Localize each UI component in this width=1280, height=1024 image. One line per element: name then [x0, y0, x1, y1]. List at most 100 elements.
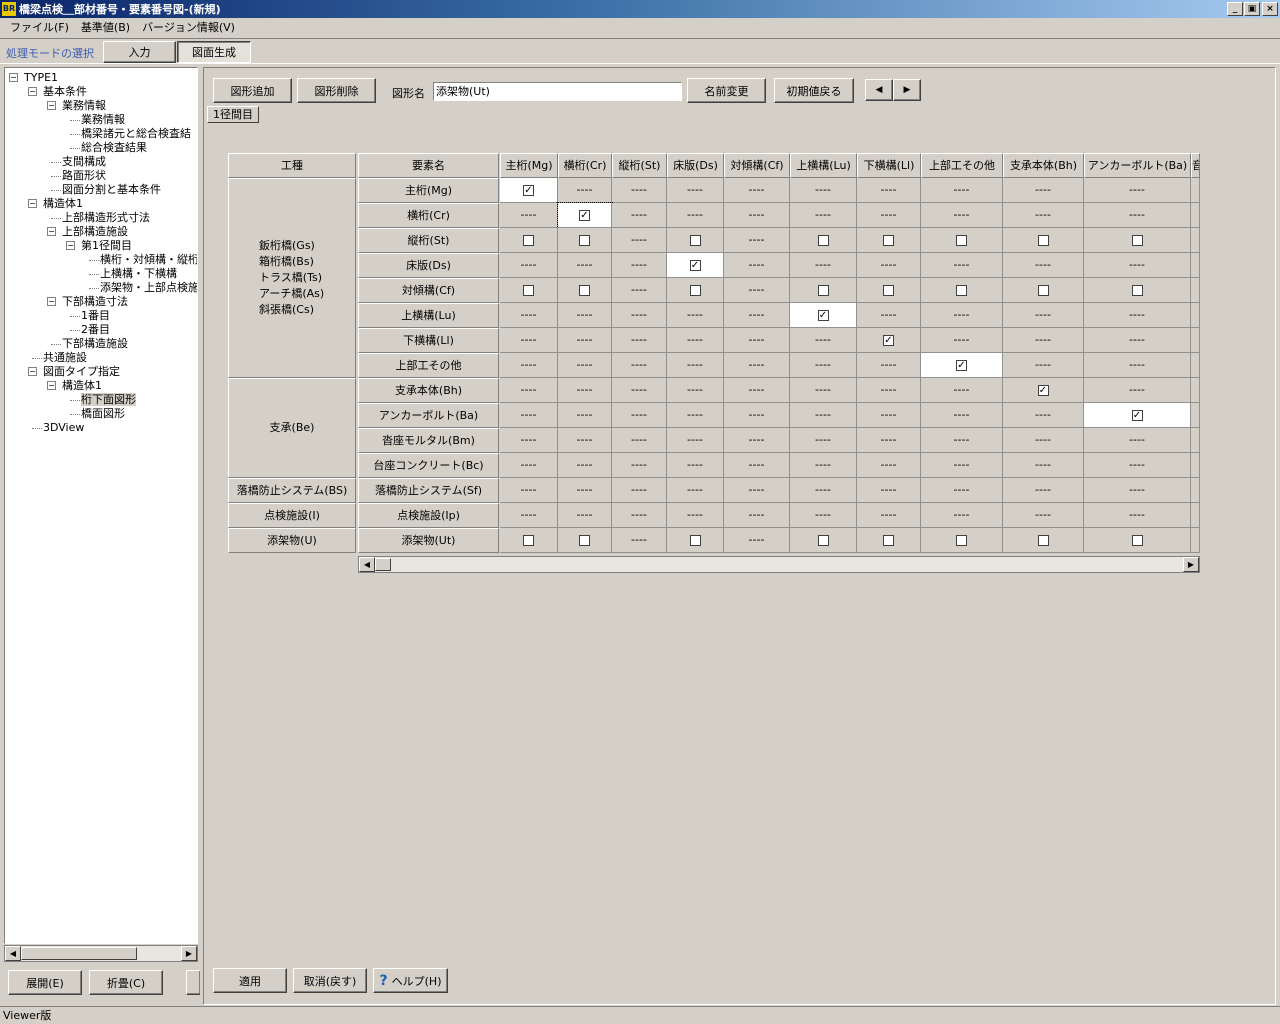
cancel-button[interactable]: 取消(戻す) — [293, 968, 367, 993]
tree-collapse-icon[interactable]: − — [28, 199, 37, 208]
grid-cell[interactable] — [921, 278, 1003, 303]
tree-item[interactable]: 1番目 — [81, 309, 110, 322]
tree-horizontal-scrollbar[interactable]: ◀ ▶ — [4, 945, 198, 962]
tree-item[interactable]: 構造体1 — [62, 379, 102, 392]
checkbox[interactable] — [689, 234, 701, 246]
tree-item[interactable]: 構造体1 — [43, 197, 83, 210]
grid-cell[interactable] — [790, 528, 857, 553]
tree-item[interactable]: 3DView — [43, 421, 84, 434]
close-button[interactable]: × — [1262, 2, 1278, 16]
checked-checkbox[interactable]: ✓ — [579, 209, 590, 221]
tree-item[interactable]: 下部構造施設 — [62, 337, 128, 350]
grid-cell[interactable] — [1084, 528, 1191, 553]
figure-name-input[interactable]: 添架物(Ut) — [433, 82, 682, 101]
span-tab[interactable]: 1径間目 — [207, 106, 259, 123]
checked-checkbox[interactable]: ✓ — [1037, 384, 1049, 396]
checkbox[interactable] — [523, 234, 534, 246]
checkbox[interactable] — [1037, 284, 1049, 296]
checked-checkbox[interactable]: ✓ — [883, 334, 894, 346]
scroll-left-icon[interactable]: ◀ — [5, 946, 21, 961]
checkbox[interactable] — [1131, 284, 1143, 296]
tree-item[interactable]: 基本条件 — [43, 85, 87, 98]
grid-scroll-left-icon[interactable]: ◀ — [359, 557, 375, 572]
checked-checkbox[interactable]: ✓ — [817, 309, 829, 321]
menu-version[interactable]: バージョン情報(V) — [136, 19, 241, 35]
grid-cell[interactable] — [790, 278, 857, 303]
apply-button[interactable]: 適用 — [213, 968, 287, 993]
tree-item[interactable]: 上部構造形式寸法 — [62, 211, 150, 224]
tree-item[interactable]: 図面タイプ指定 — [43, 365, 120, 378]
mode-input-button[interactable]: 入力 — [103, 41, 176, 63]
grid-cell[interactable]: ✓ — [667, 253, 724, 278]
tree-item[interactable]: 橋面図形 — [81, 407, 125, 420]
tree-item[interactable]: 総合検査結果 — [81, 141, 147, 154]
tree-item[interactable]: 下部構造寸法 — [62, 295, 128, 308]
grid-cell[interactable]: ✓ — [790, 303, 857, 328]
grid-cell[interactable]: ✓ — [921, 353, 1003, 378]
grid-cell[interactable]: ✓ — [557, 202, 613, 229]
grid-cell[interactable] — [1003, 528, 1084, 553]
checkbox[interactable] — [956, 234, 967, 246]
scroll-right-icon[interactable]: ▶ — [181, 946, 197, 961]
grid-cell[interactable] — [1084, 278, 1191, 303]
tree-item[interactable]: 路面形状 — [62, 169, 106, 182]
tree-item[interactable]: 2番目 — [81, 323, 110, 336]
checkbox[interactable] — [523, 284, 534, 296]
tree-item[interactable]: 共通施設 — [43, 351, 87, 364]
next-arrow-icon[interactable]: ▶ — [893, 79, 921, 101]
tree-scroll-thumb[interactable] — [21, 947, 137, 960]
minimize-button[interactable]: _ — [1227, 2, 1243, 16]
grid-cell[interactable] — [921, 228, 1003, 253]
grid-scroll-right-icon[interactable]: ▶ — [1183, 557, 1199, 572]
grid-cell[interactable] — [857, 528, 921, 553]
hidden-button-edge[interactable] — [186, 970, 200, 995]
grid-cell[interactable] — [790, 228, 857, 253]
checkbox[interactable] — [956, 284, 967, 296]
tree-item[interactable]: 桁下面図形 — [81, 393, 136, 406]
grid-cell[interactable] — [500, 228, 558, 253]
menu-file[interactable]: ファイル(F) — [4, 19, 75, 35]
grid-cell[interactable] — [558, 228, 612, 253]
grid-cell[interactable] — [1003, 278, 1084, 303]
tree-item[interactable]: 添架物・上部点検施 — [100, 281, 197, 294]
checkbox[interactable] — [956, 534, 967, 546]
checkbox[interactable] — [1037, 534, 1049, 546]
tree-collapse-icon[interactable]: − — [47, 101, 56, 110]
grid-cell[interactable] — [558, 528, 612, 553]
grid-cell[interactable] — [667, 528, 724, 553]
grid-cell[interactable] — [921, 528, 1003, 553]
grid-cell[interactable] — [667, 278, 724, 303]
tree-item[interactable]: 支間構成 — [62, 155, 106, 168]
checkbox[interactable] — [883, 534, 894, 546]
tree-item[interactable]: 上横構・下横構 — [100, 267, 177, 280]
tree-collapse-icon[interactable]: − — [47, 297, 56, 306]
help-button[interactable]: ? ヘルプ(H) — [373, 968, 448, 993]
maximize-button[interactable]: ▣ — [1244, 2, 1260, 16]
rename-button[interactable]: 名前変更 — [687, 78, 766, 103]
tree-item[interactable]: 上部構造施設 — [62, 225, 128, 238]
expand-button[interactable]: 展開(E) — [8, 970, 82, 995]
checkbox[interactable] — [817, 284, 829, 296]
checkbox[interactable] — [579, 234, 590, 246]
checkbox[interactable] — [579, 534, 590, 546]
checkbox[interactable] — [689, 284, 701, 296]
checkbox[interactable] — [689, 534, 701, 546]
checkbox[interactable] — [1131, 534, 1143, 546]
checkbox[interactable] — [1037, 234, 1049, 246]
collapse-button[interactable]: 折畳(C) — [89, 970, 163, 995]
grid-cell[interactable] — [857, 278, 921, 303]
grid-scroll-thumb[interactable] — [375, 558, 391, 571]
tree-collapse-icon[interactable]: − — [47, 381, 56, 390]
tree-collapse-icon[interactable]: − — [9, 73, 18, 82]
grid-cell[interactable] — [667, 228, 724, 253]
grid-cell[interactable] — [1003, 228, 1084, 253]
tree-item[interactable]: 業務情報 — [81, 113, 125, 126]
checked-checkbox[interactable]: ✓ — [689, 259, 701, 271]
grid-cell[interactable]: ✓ — [857, 328, 921, 353]
reset-defaults-button[interactable]: 初期値戻る — [774, 78, 854, 103]
tree-item[interactable]: 第1径間目 — [81, 239, 132, 252]
grid-cell[interactable] — [500, 278, 558, 303]
grid-horizontal-scrollbar[interactable]: ◀ ▶ — [358, 556, 1200, 573]
grid-cell[interactable]: ✓ — [500, 178, 558, 203]
checkbox[interactable] — [883, 284, 894, 296]
